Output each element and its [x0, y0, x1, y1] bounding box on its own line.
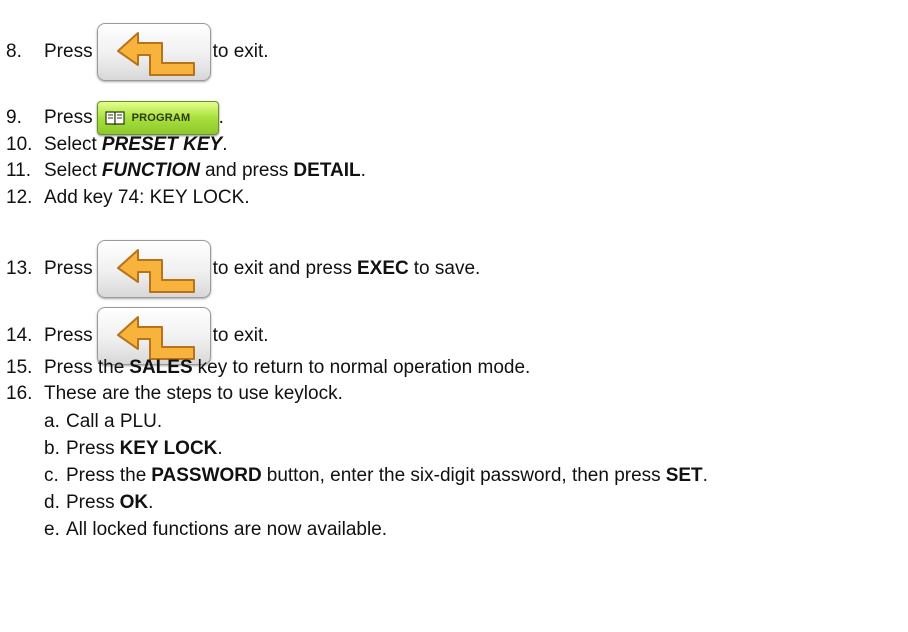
- substep-key: KEY LOCK: [119, 438, 218, 459]
- step-text: .: [218, 107, 224, 128]
- step-text: to exit.: [212, 41, 269, 62]
- step-text: Add key 74: KEY LOCK.: [44, 187, 250, 208]
- step-number: 13.: [6, 258, 33, 279]
- step-text: .: [222, 134, 228, 155]
- substep-text: Press the: [66, 465, 147, 486]
- substep-key: PASSWORD: [151, 465, 262, 486]
- step-text: key to return to normal operation mode.: [197, 357, 531, 378]
- substep-text: Press: [66, 492, 115, 513]
- step-text: Press: [44, 107, 93, 128]
- step-text: and press: [204, 160, 289, 181]
- back-button[interactable]: [96, 23, 211, 81]
- program-button[interactable]: PROGRAM: [96, 101, 219, 135]
- substep-text: .: [148, 492, 154, 513]
- step-number: 12.: [6, 187, 33, 208]
- step-text: to save.: [413, 258, 481, 279]
- substep-letter: e.: [44, 519, 60, 540]
- substep-letter: c.: [44, 465, 59, 486]
- step-text: Press: [44, 325, 93, 346]
- step-number: 14.: [6, 325, 33, 346]
- back-arrow-icon: [116, 249, 195, 293]
- program-button-label: PROGRAM: [131, 112, 191, 124]
- book-icon: [104, 111, 125, 126]
- substep-text: All locked functions are now available.: [66, 519, 388, 540]
- step-key: EXEC: [357, 258, 409, 279]
- step-text: Press: [44, 41, 93, 62]
- back-button[interactable]: [96, 240, 211, 298]
- step-key: SALES: [129, 357, 193, 378]
- step-text: Press the: [44, 357, 125, 378]
- substep-key: OK: [119, 492, 149, 513]
- substep-key: SET: [665, 465, 703, 486]
- step-number: 15.: [6, 357, 33, 378]
- substep-letter: b.: [44, 438, 60, 459]
- substep-letter: d.: [44, 492, 60, 513]
- step-key: DETAIL: [293, 160, 361, 181]
- substep-text: button, enter the six-digit password, th…: [266, 465, 661, 486]
- step-number: 16.: [6, 383, 33, 404]
- substep-text: .: [217, 438, 223, 459]
- substep-letter: a.: [44, 411, 60, 432]
- step-number: 8.: [6, 41, 22, 62]
- step-text: .: [360, 160, 366, 181]
- step-text: Press: [44, 258, 93, 279]
- step-text: Select: [44, 160, 97, 181]
- step-emphasis: PRESET KEY: [101, 134, 223, 155]
- step-text: These are the steps to use keylock.: [44, 383, 343, 404]
- substep-text: Press: [66, 438, 115, 459]
- back-arrow-icon: [116, 316, 195, 360]
- step-emphasis: FUNCTION: [101, 160, 200, 181]
- step-text: to exit and press: [212, 258, 352, 279]
- step-text: to exit.: [212, 325, 269, 346]
- step-number: 10.: [6, 134, 33, 155]
- substep-text: .: [702, 465, 708, 486]
- substep-text: Call a PLU.: [66, 411, 163, 432]
- step-text: Select: [44, 134, 97, 155]
- back-arrow-icon: [116, 32, 195, 76]
- step-number: 9.: [6, 107, 22, 128]
- step-number: 11.: [6, 160, 32, 181]
